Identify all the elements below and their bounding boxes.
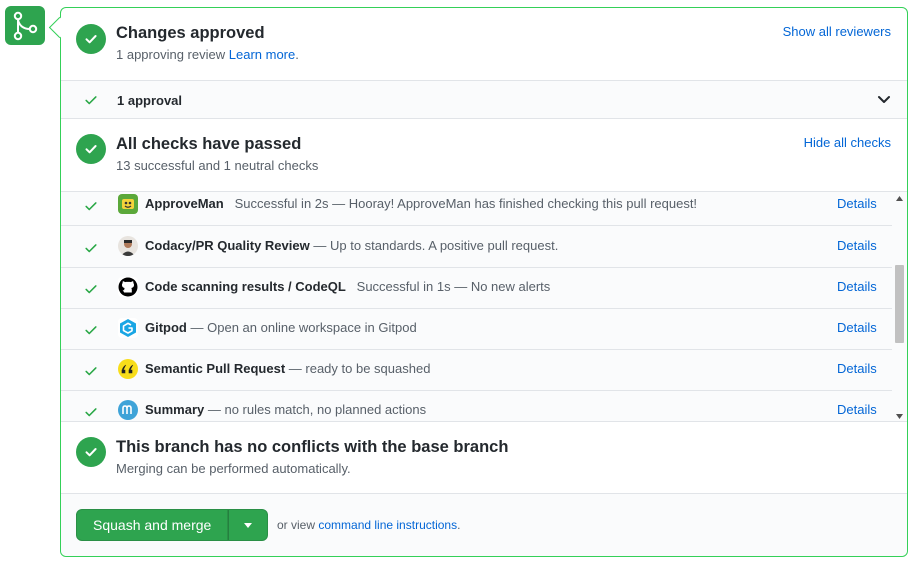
check-icon [85,367,97,376]
check-row-semantic-pull-request: Semantic Pull Request — ready to be squa… [61,350,893,391]
quote-icon [118,359,138,379]
check-icon [85,408,97,417]
check-icon [85,285,97,294]
mergify-icon [118,400,138,420]
check-text: Codacy/PR Quality Review — Up to standar… [145,238,558,253]
codacy-avatar-icon [118,236,138,256]
check-details-link[interactable]: Details [837,196,877,211]
approval-summary-row[interactable]: 1 approval [61,80,907,119]
review-status-check-icon [76,24,106,54]
check-description: — Up to standards. A positive pull reque… [313,238,559,253]
scroll-up-arrow-icon[interactable] [896,196,903,201]
command-line-instructions-link[interactable]: command line instructions [318,518,457,532]
or-view-label: or view [277,518,316,532]
check-details-link[interactable]: Details [837,361,877,376]
check-details-link[interactable]: Details [837,320,877,335]
or-view-text: or view command line instructions. [277,518,460,532]
chevron-down-icon[interactable] [877,94,891,106]
or-view-period: . [457,518,461,532]
check-row-codeql: Code scanning results / CodeQL Successfu… [61,268,893,309]
checks-list: ApproveMan Successful in 2s — Hooray! Ap… [61,191,907,422]
approval-summary-label: 1 approval [117,93,183,108]
check-text: Code scanning results / CodeQL Successfu… [145,279,550,294]
check-details-link[interactable]: Details [837,279,877,294]
merge-footer: Squash and merge or view command line in… [61,493,907,556]
check-text: Gitpod — Open an online workspace in Git… [145,320,417,335]
merge-status-subtitle: Merging can be performed automatically. [116,461,351,476]
check-text: Summary — no rules match, no planned act… [145,402,426,417]
checks-scrollbar[interactable] [892,192,907,421]
check-icon [85,326,97,335]
squash-and-merge-button[interactable]: Squash and merge [76,509,229,541]
triangle-down-icon [244,522,253,528]
check-name: Codacy/PR Quality Review [145,238,310,253]
merge-box: Changes approved 1 approving review Lear… [60,7,908,557]
check-name: Semantic Pull Request [145,361,286,376]
learn-more-link[interactable]: Learn more [229,47,295,62]
git-merge-icon [5,6,45,45]
check-name: ApproveMan [145,196,224,211]
github-icon [118,277,138,297]
check-row-summary: Summary — no rules match, no planned act… [61,391,893,421]
checks-subtitle: 13 successful and 1 neutral checks [116,158,319,173]
review-title: Changes approved [116,24,265,42]
review-subtitle: 1 approving review Learn more. [116,47,299,62]
merge-method-dropdown-button[interactable] [228,509,269,541]
scroll-thumb[interactable] [895,265,904,343]
gitpod-icon [118,318,138,338]
merge-status-check-icon [76,437,106,467]
check-text: Semantic Pull Request — ready to be squa… [145,361,430,376]
show-all-reviewers-link[interactable]: Show all reviewers [783,24,891,39]
check-description: — ready to be squashed [288,361,431,376]
check-row-approveman: ApproveMan Successful in 2s — Hooray! Ap… [61,192,893,226]
checks-title: All checks have passed [116,135,302,153]
scroll-down-arrow-icon[interactable] [896,414,903,419]
check-text: ApproveMan Successful in 2s — Hooray! Ap… [145,196,697,211]
check-description: — no rules match, no planned actions [207,402,427,417]
check-icon [85,244,97,253]
check-row-codacy: Codacy/PR Quality Review — Up to standar… [61,227,893,268]
checks-status-check-icon [76,134,106,164]
check-name: Gitpod [145,320,187,335]
check-icon [85,202,97,211]
check-row-gitpod: Gitpod — Open an online workspace in Git… [61,309,893,350]
check-description: Successful in 1s — No new alerts [356,279,551,294]
hide-all-checks-link[interactable]: Hide all checks [804,135,891,150]
check-description: — Open an online workspace in Gitpod [190,320,417,335]
merge-status-title: This branch has no conflicts with the ba… [116,438,509,456]
check-name: Code scanning results / CodeQL [145,279,346,294]
merge-button-group: Squash and merge [76,509,269,541]
check-icon [85,96,97,105]
review-subtitle-text: 1 approving review [116,47,226,62]
check-description: Successful in 2s — Hooray! ApproveMan ha… [234,196,698,211]
check-details-link[interactable]: Details [837,402,877,417]
review-subtitle-period: . [295,47,299,62]
check-name: Summary [145,402,205,417]
check-details-link[interactable]: Details [837,238,877,253]
approveman-icon [118,194,138,214]
